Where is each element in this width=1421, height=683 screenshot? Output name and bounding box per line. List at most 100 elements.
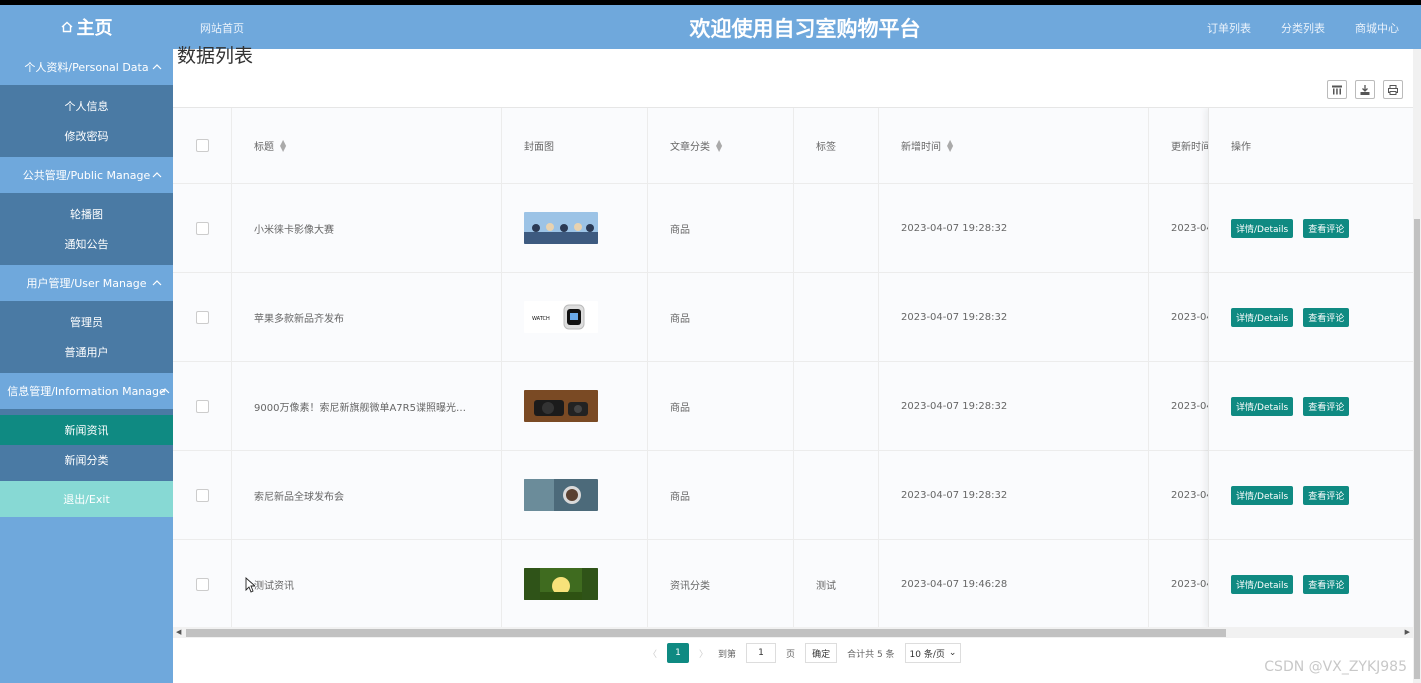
row-select-cell	[173, 184, 232, 272]
print-icon	[1388, 84, 1398, 95]
goto-page-input[interactable]: 1	[746, 643, 777, 663]
sidebar-group-items: 个人信息 修改密码	[0, 85, 173, 157]
row-category: 商品	[648, 184, 794, 272]
vertical-scroll-thumb[interactable]	[1414, 219, 1420, 679]
print-button[interactable]	[1383, 80, 1403, 99]
view-comments-button[interactable]: 查看评论	[1303, 574, 1350, 594]
horizontal-scrollbar[interactable]: ◀ ▶	[173, 627, 1413, 638]
row-created-time: 2023-04-07 19:46:28	[879, 540, 1149, 627]
goto-confirm-button[interactable]: 确定	[805, 643, 838, 663]
sidebar-group-label: 公共管理/Public Manage	[22, 169, 151, 182]
row-operations: 详情/Details 查看评论	[1209, 540, 1413, 627]
row-created-time: 2023-04-07 19:28:32	[879, 362, 1149, 450]
details-button[interactable]: 详情/Details	[1231, 396, 1294, 416]
row-select-cell	[173, 273, 232, 361]
nav-mall-center[interactable]: 商城中心	[1355, 20, 1399, 36]
sort-icon[interactable]: ▲ ▼	[716, 138, 722, 152]
row-title: 9000万像素！索尼新旗舰微单A7R5谍照曝光…	[232, 362, 502, 450]
filter-columns-button[interactable]	[1327, 80, 1347, 99]
row-select-cell	[173, 451, 232, 539]
nav-order-list[interactable]: 订单列表	[1207, 20, 1251, 36]
page-number-current[interactable]: 1	[667, 643, 690, 663]
row-operations: 详情/Details 查看评论	[1209, 451, 1413, 540]
col-category[interactable]: 文章分类 ▲ ▼	[648, 108, 794, 183]
page-size-select[interactable]: 10 条/页 ⌄	[904, 643, 962, 663]
sidebar-item-change-password[interactable]: 修改密码	[0, 121, 173, 151]
sidebar: 个人资料/Personal Data 个人信息 修改密码 公共管理/Public…	[0, 49, 173, 683]
chevron-up-icon	[160, 388, 170, 394]
scroll-left-icon[interactable]: ◀	[176, 628, 181, 636]
row-updated-time: 2023-04	[1171, 311, 1209, 323]
next-page-icon[interactable]: 〉	[699, 647, 708, 660]
row-cover-image	[502, 540, 648, 627]
row-checkbox[interactable]	[195, 310, 209, 324]
main-content: 数据列表 标题 ▲ ▼ 封面图 文章分类 ▲ ▼ 标签 新增时间 ▲ ▼ 更新时间 小米徕卡…	[173, 45, 1421, 683]
scroll-right-icon[interactable]: ▶	[1405, 628, 1410, 636]
sidebar-group-label: 用户管理/User Manage	[26, 277, 147, 290]
col-title[interactable]: 标题 ▲ ▼	[232, 108, 502, 183]
total-count: 合计共 5 条	[847, 649, 895, 660]
view-comments-button[interactable]: 查看评论	[1303, 485, 1350, 505]
row-cover-image: WATCH	[502, 273, 648, 361]
view-comments-button[interactable]: 查看评论	[1303, 307, 1350, 327]
row-select-cell	[173, 362, 232, 450]
sidebar-item-news[interactable]: 新闻资讯	[0, 415, 173, 445]
row-category: 资讯分类	[648, 540, 794, 627]
row-checkbox[interactable]	[195, 399, 209, 413]
details-button[interactable]: 详情/Details	[1231, 218, 1294, 238]
row-category: 商品	[648, 362, 794, 450]
site-title: 欢迎使用自习室购物平台	[689, 17, 921, 41]
nav-website-home[interactable]: 网站首页	[200, 20, 244, 36]
vertical-scrollbar[interactable]	[1413, 49, 1421, 683]
right-nav: 订单列表 分类列表 商城中心	[1207, 20, 1399, 36]
sidebar-item-carousel[interactable]: 轮播图	[0, 199, 173, 229]
sidebar-group-items: 新闻资讯 新闻分类	[0, 409, 173, 481]
row-checkbox[interactable]	[195, 221, 209, 235]
sidebar-group-info[interactable]: 信息管理/Information Manage	[0, 373, 173, 409]
table-toolbar	[1327, 80, 1403, 99]
operations-column: 操作 详情/Details 查看评论 详情/Details 查看评论 详情/Detail…	[1208, 108, 1413, 627]
sidebar-group-public[interactable]: 公共管理/Public Manage	[0, 157, 173, 193]
sidebar-group-label: 信息管理/Information Manage	[7, 385, 166, 398]
horizontal-scroll-thumb[interactable]	[186, 629, 1226, 637]
row-cover-image	[502, 451, 648, 539]
details-button[interactable]: 详情/Details	[1231, 307, 1294, 327]
sidebar-item-personal-info[interactable]: 个人信息	[0, 91, 173, 121]
prev-page-icon[interactable]: 〈	[648, 647, 657, 660]
pagination: 〈 1 〉 到第 1 页 确定 合计共 5 条 10 条/页 ⌄	[648, 643, 962, 663]
view-comments-button[interactable]: 查看评论	[1303, 396, 1350, 416]
col-created[interactable]: 新增时间 ▲ ▼	[879, 108, 1149, 183]
select-all-checkbox[interactable]	[195, 139, 209, 152]
chevron-down-icon: ⌄	[948, 648, 957, 658]
row-title: 小米徕卡影像大赛	[232, 184, 502, 272]
col-operations: 操作	[1209, 108, 1413, 184]
details-button[interactable]: 详情/Details	[1231, 485, 1294, 505]
sidebar-group-users[interactable]: 用户管理/User Manage	[0, 265, 173, 301]
row-updated-time: 2023-04	[1171, 400, 1209, 412]
row-checkbox[interactable]	[195, 488, 209, 502]
row-category: 商品	[648, 451, 794, 539]
sort-icon[interactable]: ▲ ▼	[280, 138, 286, 152]
sidebar-item-news-category[interactable]: 新闻分类	[0, 445, 173, 475]
sort-icon[interactable]: ▲ ▼	[947, 138, 953, 152]
sidebar-group-label: 个人资料/Personal Data	[24, 61, 149, 74]
exit-button[interactable]: 退出/Exit	[0, 481, 173, 517]
row-operations: 详情/Details 查看评论	[1209, 273, 1413, 362]
chevron-up-icon	[152, 172, 162, 178]
brand-label: 主页	[76, 18, 113, 39]
home-brand[interactable]: 主页	[0, 5, 173, 49]
details-button[interactable]: 详情/Details	[1231, 574, 1294, 594]
view-comments-button[interactable]: 查看评论	[1303, 218, 1350, 238]
sidebar-item-normal-users[interactable]: 普通用户	[0, 337, 173, 367]
row-created-time: 2023-04-07 19:28:32	[879, 273, 1149, 361]
sidebar-item-notices[interactable]: 通知公告	[0, 229, 173, 259]
sidebar-group-personal[interactable]: 个人资料/Personal Data	[0, 49, 173, 85]
row-tag	[794, 273, 879, 361]
row-checkbox[interactable]	[195, 577, 209, 591]
col-cover: 封面图	[502, 108, 648, 183]
columns-icon	[1332, 85, 1342, 94]
export-button[interactable]	[1355, 80, 1375, 99]
nav-category-list[interactable]: 分类列表	[1281, 20, 1325, 36]
sidebar-item-admins[interactable]: 管理员	[0, 307, 173, 337]
chevron-up-icon	[152, 64, 162, 70]
